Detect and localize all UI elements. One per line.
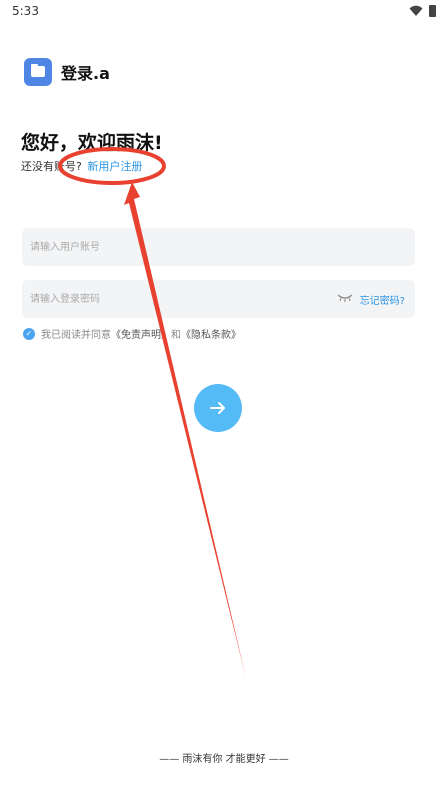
no-account-text: 还没有账号?: [21, 160, 82, 173]
arrow-right-icon: [210, 402, 225, 414]
greeting-title: 您好，欢迎雨沫!: [21, 132, 163, 154]
footer-slogan: —— 雨沫有你 才能更好 ——: [159, 754, 289, 765]
wifi-icon: [409, 5, 423, 16]
app-name: 登录.a: [61, 64, 110, 83]
eye-closed-icon[interactable]: [337, 293, 353, 303]
login-submit-button[interactable]: [194, 384, 242, 432]
password-input[interactable]: [30, 280, 330, 318]
signup-prompt: 还没有账号? 新用户注册: [21, 158, 142, 174]
account-input[interactable]: [30, 228, 330, 266]
privacy-link[interactable]: 《隐私条款》: [181, 326, 241, 341]
status-icons: [409, 5, 436, 17]
status-bar: 5:33: [0, 0, 448, 22]
folder-icon: [24, 58, 52, 86]
agreement-and: 和: [171, 330, 181, 341]
check-icon[interactable]: ✓: [23, 327, 35, 340]
agreement-text: 我已阅读并同意: [41, 330, 111, 341]
status-time: 5:33: [12, 4, 39, 18]
forgot-password-link[interactable]: 忘记密码?: [360, 292, 405, 307]
password-field[interactable]: 忘记密码?: [22, 280, 415, 318]
app-header: 登录.a: [24, 58, 110, 86]
disclaimer-link[interactable]: 《免责声明》: [111, 326, 171, 341]
agreement-row: ✓ 我已阅读并同意 《免责声明》 和 《隐私条款》: [23, 326, 241, 341]
battery-icon: [429, 5, 436, 17]
account-field[interactable]: [22, 228, 415, 266]
signup-link[interactable]: 新用户注册: [87, 160, 142, 173]
